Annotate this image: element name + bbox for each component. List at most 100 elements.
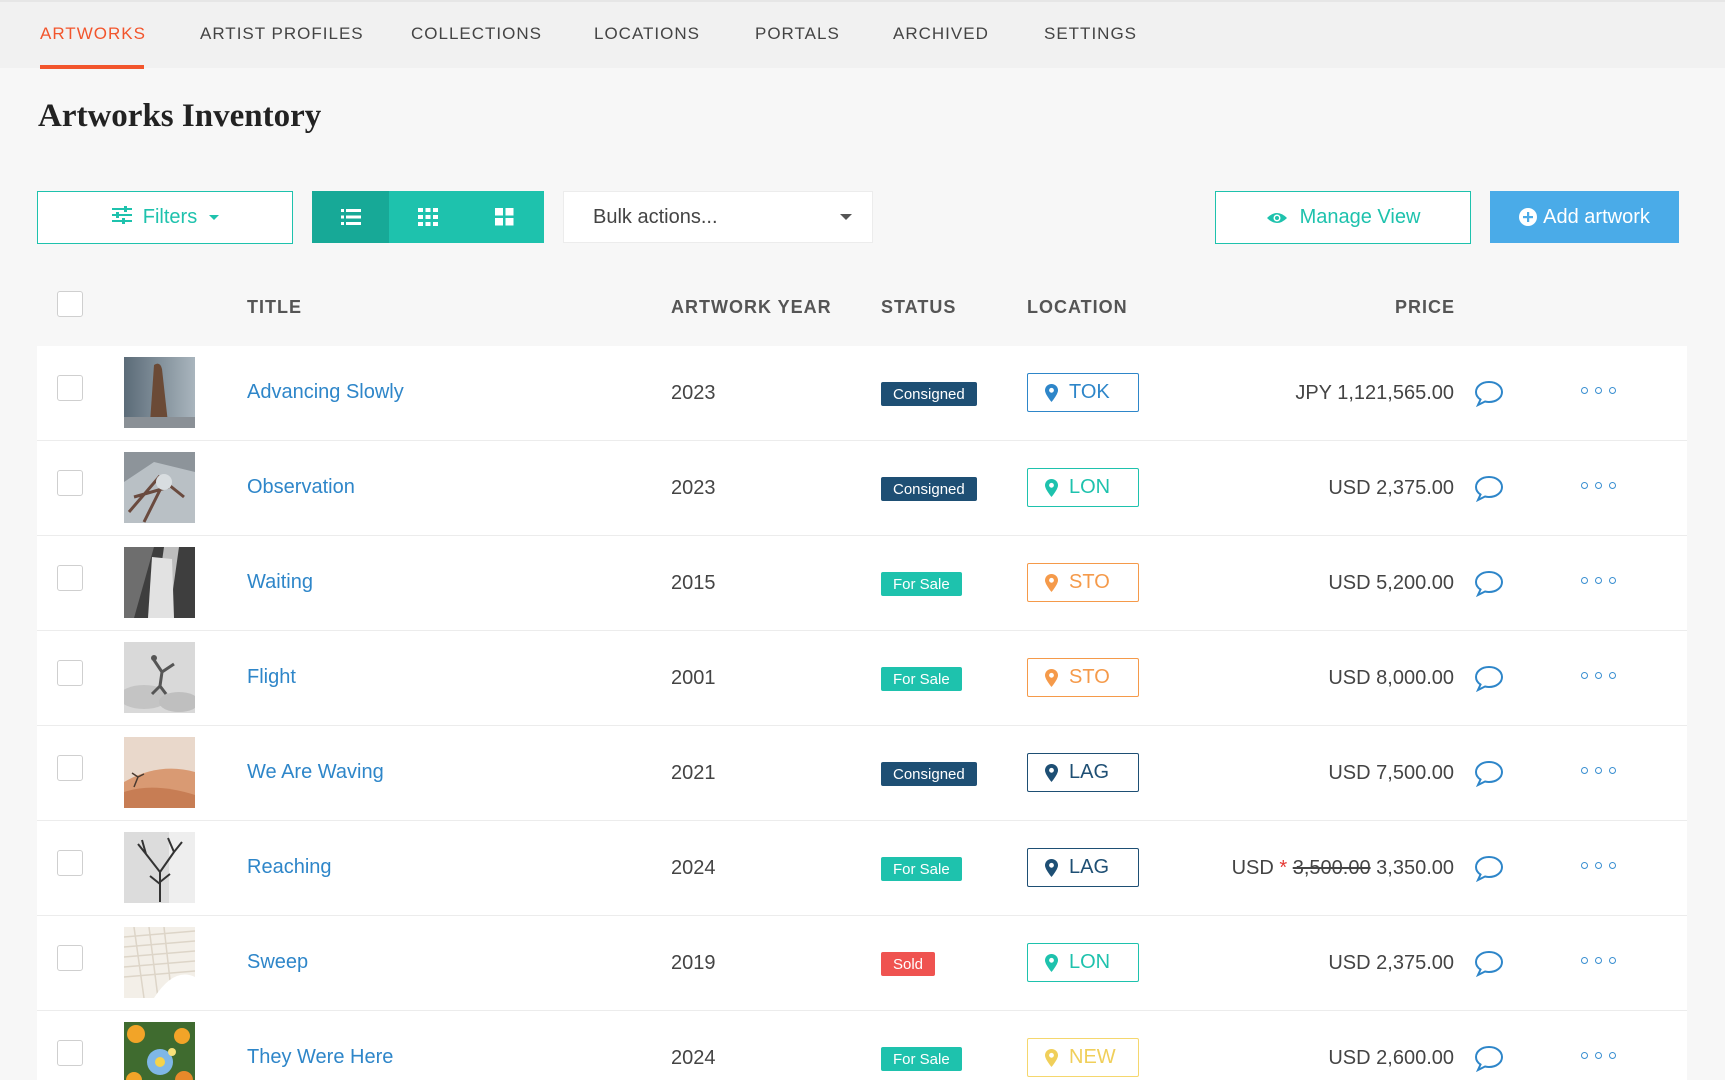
artwork-title-link[interactable]: Sweep (247, 951, 308, 974)
table-row[interactable]: Reaching 2024 For Sale LAG USD * 3,500.0… (37, 821, 1687, 916)
location-tag[interactable]: LON (1027, 468, 1139, 507)
tab-archived[interactable]: ARCHIVED (893, 24, 989, 44)
status-badge: For Sale (881, 667, 962, 691)
comment-icon[interactable] (1474, 664, 1504, 692)
tab-portals[interactable]: PORTALS (755, 24, 840, 44)
more-dot-icon (1609, 1052, 1616, 1059)
artwork-thumbnail[interactable] (124, 547, 195, 618)
artwork-title-link[interactable]: They Were Here (247, 1046, 393, 1069)
header-title[interactable]: TITLE (247, 297, 302, 318)
location-tag[interactable]: NEW (1027, 1038, 1139, 1077)
artwork-thumbnail[interactable] (124, 357, 195, 428)
tab-settings[interactable]: SETTINGS (1044, 24, 1137, 44)
header-status[interactable]: STATUS (881, 297, 956, 318)
comment-icon[interactable] (1474, 569, 1504, 597)
artwork-year: 2019 (671, 952, 716, 974)
row-checkbox[interactable] (57, 755, 83, 781)
location-tag[interactable]: STO (1027, 563, 1139, 602)
artwork-thumbnail[interactable] (124, 1022, 195, 1080)
artwork-title-link[interactable]: Advancing Slowly (247, 381, 404, 404)
artwork-thumbnail[interactable] (124, 927, 195, 998)
price-value: USD 5,200.00 (1328, 572, 1454, 594)
row-checkbox[interactable] (57, 470, 83, 496)
row-checkbox[interactable] (57, 660, 83, 686)
table-row[interactable]: Observation 2023 Consigned LON USD 2,375… (37, 441, 1687, 536)
more-dot-icon (1609, 862, 1616, 869)
sliders-icon (111, 205, 133, 230)
artwork-thumbnail[interactable] (124, 642, 195, 713)
header-price[interactable]: PRICE (1395, 297, 1455, 318)
comment-icon[interactable] (1474, 474, 1504, 502)
price-value: USD 2,375.00 (1328, 952, 1454, 974)
more-dot-icon (1595, 387, 1602, 394)
tab-artist-profiles[interactable]: ARTIST PROFILES (200, 24, 364, 44)
comment-icon[interactable] (1474, 949, 1504, 977)
comment-icon[interactable] (1474, 379, 1504, 407)
more-dot-icon (1609, 672, 1616, 679)
header-artwork-year[interactable]: ARTWORK YEAR (671, 297, 832, 318)
grid-small-view-button[interactable] (389, 191, 466, 243)
manage-view-button[interactable]: Manage View (1215, 191, 1471, 244)
grid-large-view-button[interactable] (466, 191, 543, 243)
table-row[interactable]: Flight 2001 For Sale STO USD 8,000.00 (37, 631, 1687, 726)
more-actions-button[interactable] (1581, 387, 1616, 394)
table-row[interactable]: Sweep 2019 Sold LON USD 2,375.00 (37, 916, 1687, 1011)
tab-artworks[interactable]: ARTWORKS (40, 24, 146, 44)
comment-icon[interactable] (1474, 759, 1504, 787)
artwork-thumbnail[interactable] (124, 737, 195, 808)
more-actions-button[interactable] (1581, 482, 1616, 489)
more-dot-icon (1581, 577, 1588, 584)
row-checkbox[interactable] (57, 375, 83, 401)
tab-collections[interactable]: COLLECTIONS (411, 24, 542, 44)
map-pin-icon (1045, 1048, 1058, 1067)
more-actions-button[interactable] (1581, 862, 1616, 869)
artwork-thumbnail[interactable] (124, 452, 195, 523)
location-tag[interactable]: LAG (1027, 753, 1139, 792)
more-actions-button[interactable] (1581, 957, 1616, 964)
comment-icon[interactable] (1474, 854, 1504, 882)
artwork-year: 2015 (671, 572, 716, 594)
more-dot-icon (1581, 672, 1588, 679)
price-value: JPY 1,121,565.00 (1295, 382, 1454, 404)
location-tag[interactable]: TOK (1027, 373, 1139, 412)
artwork-title-link[interactable]: Reaching (247, 856, 332, 879)
artwork-title-link[interactable]: Observation (247, 476, 355, 499)
artwork-title-link[interactable]: We Are Waving (247, 761, 384, 784)
filters-button[interactable]: Filters (37, 191, 293, 244)
row-checkbox[interactable] (57, 1040, 83, 1066)
header-location[interactable]: LOCATION (1027, 297, 1128, 318)
location-tag[interactable]: STO (1027, 658, 1139, 697)
more-actions-button[interactable] (1581, 672, 1616, 679)
more-actions-button[interactable] (1581, 767, 1616, 774)
artwork-thumbnail[interactable] (124, 832, 195, 903)
price-original: 3,500.00 (1292, 857, 1371, 879)
table-row[interactable]: They Were Here 2024 For Sale NEW USD 2,6… (37, 1011, 1687, 1080)
filters-label: Filters (142, 206, 198, 228)
tab-locations[interactable]: LOCATIONS (594, 24, 700, 44)
comment-icon[interactable] (1474, 1044, 1504, 1072)
table-row[interactable]: Advancing Slowly 2023 Consigned TOK JPY … (37, 346, 1687, 441)
add-artwork-button[interactable]: Add artwork (1490, 191, 1679, 243)
list-view-button[interactable] (312, 191, 389, 243)
map-pin-icon (1045, 668, 1058, 687)
select-all-checkbox[interactable] (57, 291, 83, 317)
artwork-year: 2001 (671, 667, 716, 689)
table-row[interactable]: We Are Waving 2021 Consigned LAG USD 7,5… (37, 726, 1687, 821)
row-checkbox[interactable] (57, 850, 83, 876)
location-tag[interactable]: LAG (1027, 848, 1139, 887)
more-actions-button[interactable] (1581, 1052, 1616, 1059)
price-currency: USD (1231, 857, 1274, 879)
price-value: USD 2,600.00 (1328, 1047, 1454, 1069)
location-code: STO (1069, 666, 1110, 688)
row-checkbox[interactable] (57, 565, 83, 591)
artwork-title-link[interactable]: Flight (247, 666, 296, 689)
more-actions-button[interactable] (1581, 577, 1616, 584)
location-tag[interactable]: LON (1027, 943, 1139, 982)
artworks-table: Advancing Slowly 2023 Consigned TOK JPY … (37, 346, 1687, 1080)
more-dot-icon (1595, 862, 1602, 869)
bulk-actions-select[interactable]: Bulk actions... (563, 191, 873, 243)
table-row[interactable]: Waiting 2015 For Sale STO USD 5,200.00 (37, 536, 1687, 631)
artwork-title-link[interactable]: Waiting (247, 571, 313, 594)
row-checkbox[interactable] (57, 945, 83, 971)
artwork-year: 2021 (671, 762, 716, 784)
